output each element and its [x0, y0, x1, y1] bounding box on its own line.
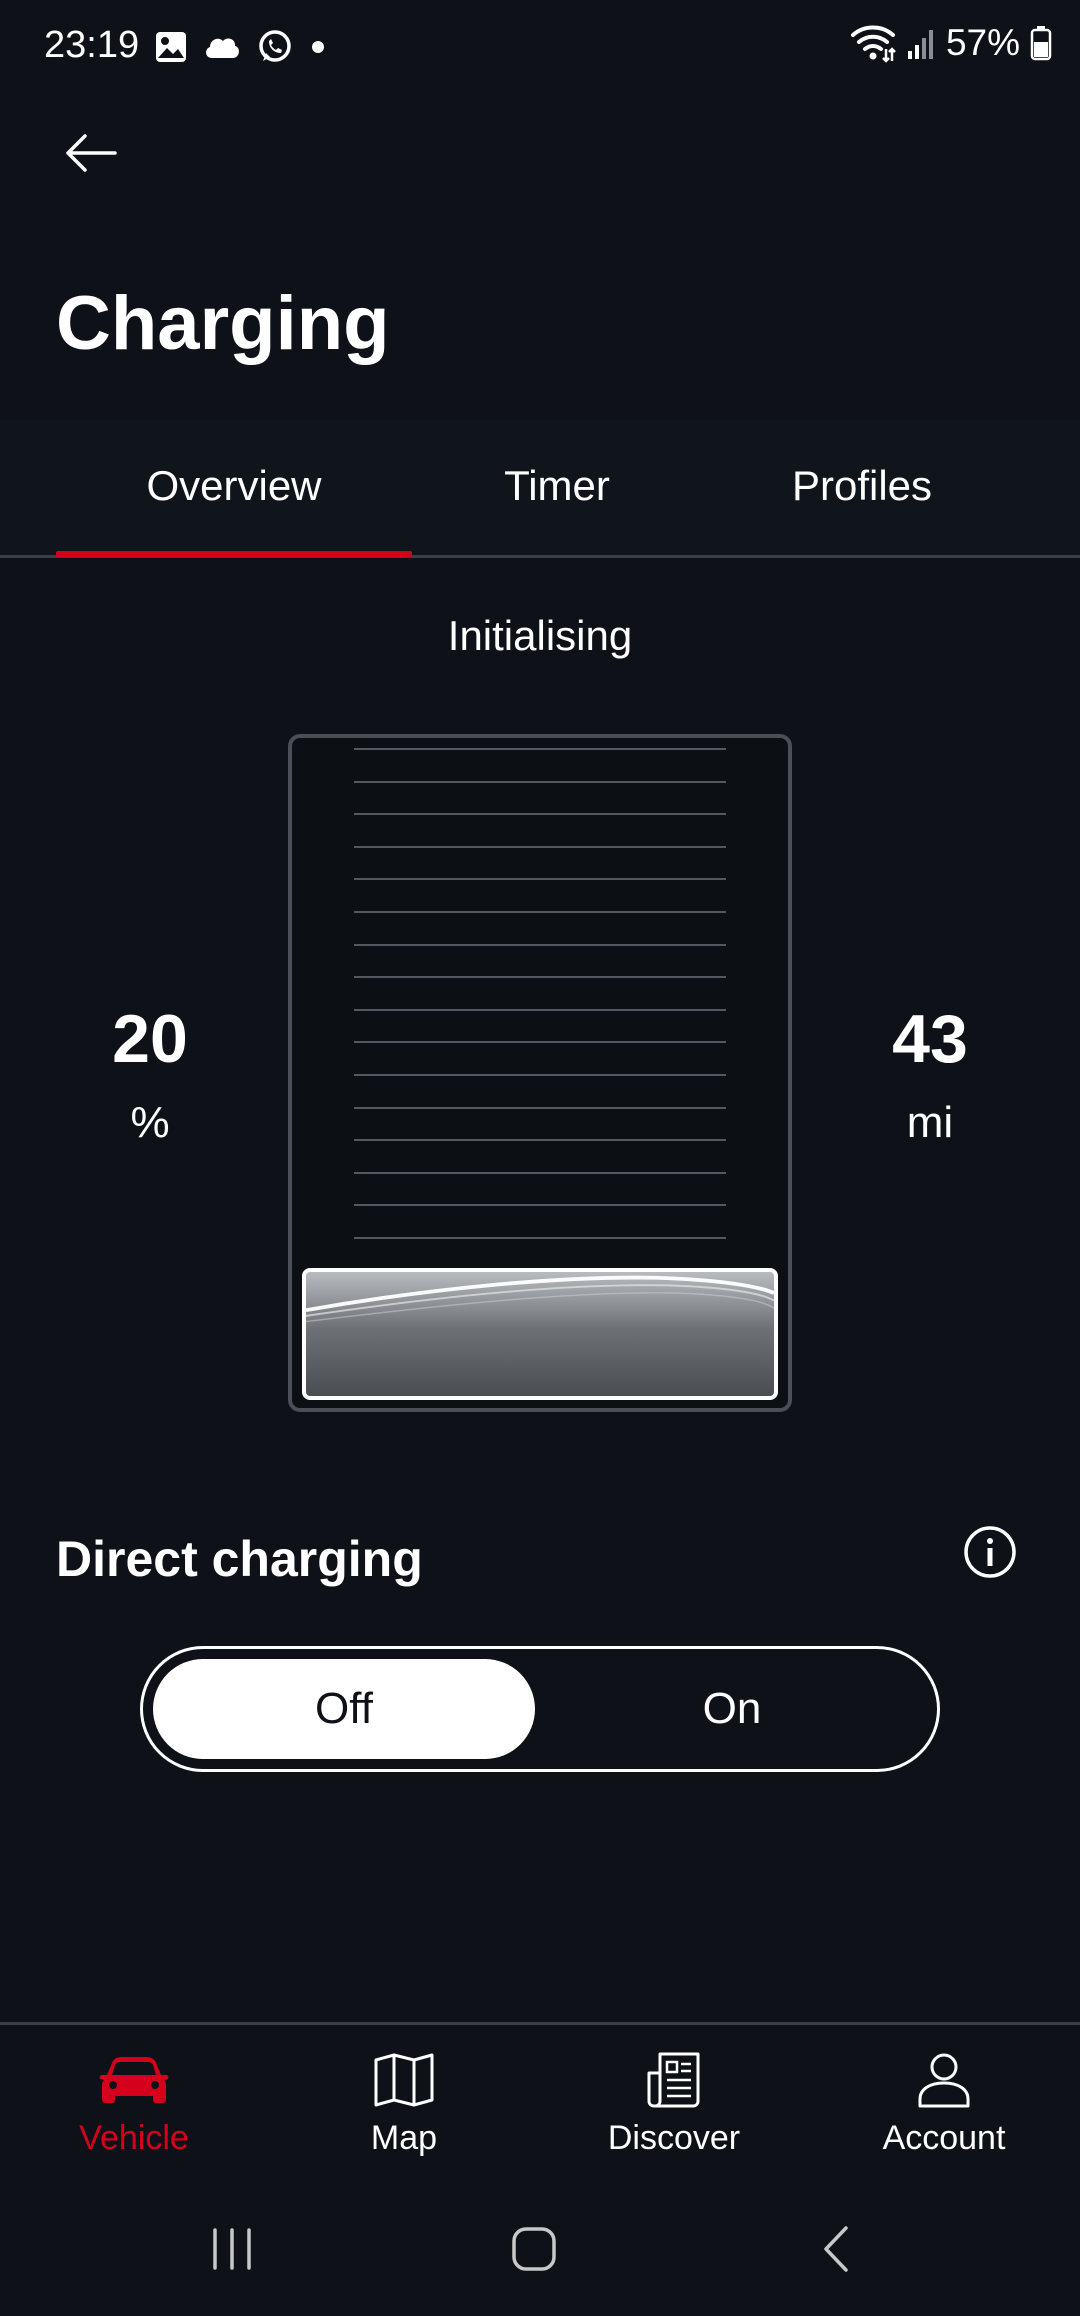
range-value: 43: [892, 1001, 968, 1077]
status-bar: 23:19 57%: [0, 0, 1080, 96]
battery-gauge-line: [354, 748, 726, 750]
nav-account[interactable]: Account: [824, 2045, 1064, 2165]
battery-gauge-lines: [354, 748, 726, 1270]
tab-overview[interactable]: Overview: [56, 462, 412, 522]
range-unit: mi: [906, 1098, 954, 1147]
chevron-left-icon: [824, 2226, 848, 2272]
home-button[interactable]: [494, 2214, 574, 2284]
recent-apps-icon: [213, 2228, 251, 2270]
system-back-button[interactable]: [796, 2214, 876, 2284]
cloud-icon: [206, 38, 239, 58]
wifi-icon: [850, 25, 896, 63]
nav-map-label: Map: [370, 2119, 438, 2157]
notification-icons: [154, 28, 328, 66]
tab-profiles[interactable]: Profiles: [724, 462, 1000, 522]
system-status: 57%: [850, 22, 1052, 64]
nav-vehicle[interactable]: Vehicle: [14, 2045, 254, 2165]
battery-gauge-line: [354, 1106, 726, 1109]
battery-gauge-line: [354, 1041, 726, 1044]
map-icon: [374, 2053, 434, 2107]
person-icon: [918, 2053, 970, 2108]
state-of-charge-unit: %: [130, 1098, 170, 1147]
battery-gauge-line: [354, 780, 726, 783]
recent-apps-button[interactable]: [192, 2214, 272, 2284]
battery-gauge-line: [354, 1139, 726, 1142]
home-icon: [512, 2227, 556, 2271]
arrow-left-icon: [66, 134, 117, 172]
direct-charging-off-option[interactable]: Off: [153, 1659, 535, 1759]
battery-gauge-line: [354, 1008, 726, 1011]
nav-map[interactable]: Map: [284, 2045, 524, 2165]
app-root: 23:19 57% Charging Overview Timer Profil…: [0, 0, 1080, 2316]
whatsapp-icon: [259, 30, 291, 62]
battery-gauge-line: [354, 1073, 726, 1076]
bottom-navigation: Vehicle Map Discover Account: [0, 2022, 1080, 2170]
battery-gauge-line: [354, 943, 726, 946]
signal-icon: [907, 30, 933, 59]
gallery-icon: [156, 32, 186, 62]
battery-gauge: [288, 734, 792, 1412]
system-navigation-bar: [0, 2176, 1080, 2316]
battery-gauge-line: [354, 910, 726, 913]
battery-gauge-line: [354, 813, 726, 816]
direct-charging-title: Direct charging: [56, 1531, 423, 1587]
page-title: Charging: [56, 281, 390, 366]
nav-discover-label: Discover: [607, 2119, 741, 2157]
nav-discover[interactable]: Discover: [554, 2045, 794, 2165]
direct-charging-toggle: Off On: [140, 1646, 940, 1772]
newspaper-icon: [647, 2052, 700, 2108]
info-icon: [964, 1526, 1016, 1578]
state-of-charge-value: 20: [112, 1001, 188, 1077]
car-icon: [99, 2057, 169, 2103]
back-button[interactable]: [60, 122, 122, 184]
nav-vehicle-label: Vehicle: [79, 2119, 189, 2157]
direct-charging-on-option[interactable]: On: [541, 1659, 923, 1759]
dot-icon: [312, 41, 324, 53]
status-time: 23:19: [44, 24, 140, 66]
battery-gauge-line: [354, 976, 726, 979]
nav-account-label: Account: [882, 2119, 1006, 2157]
tab-timer[interactable]: Timer: [432, 462, 682, 522]
battery-fill-level: [302, 1268, 778, 1400]
battery-gauge-line: [354, 1171, 726, 1174]
battery-gauge-line: [354, 845, 726, 848]
battery-wave-decoration: [306, 1275, 774, 1323]
charging-status: Initialising: [447, 612, 633, 659]
battery-gauge-line: [354, 1204, 726, 1207]
battery-gauge-line: [354, 878, 726, 881]
active-tab-indicator: [56, 551, 412, 557]
battery-percent: 57%: [945, 22, 1020, 63]
battery-gauge-line: [354, 1236, 726, 1239]
info-button[interactable]: [962, 1524, 1018, 1580]
battery-icon: [1030, 26, 1052, 61]
tab-bar: Overview Timer Profiles: [0, 420, 1080, 558]
